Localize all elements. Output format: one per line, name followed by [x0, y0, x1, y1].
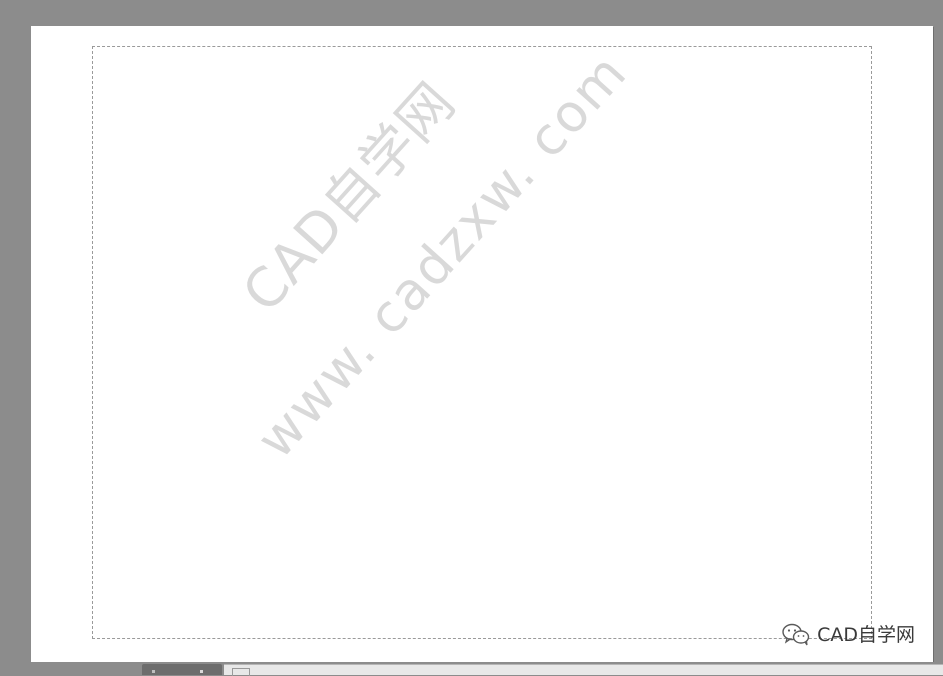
status-strip[interactable] — [224, 664, 943, 676]
layout-tab-active[interactable] — [142, 664, 222, 675]
tab-marker — [200, 670, 203, 673]
paper-sheet[interactable] — [31, 26, 933, 662]
wechat-icon — [782, 623, 810, 645]
printable-area-border — [92, 46, 872, 639]
layout-workspace[interactable]: CAD自学网 www. cadzxw. com CAD自学网 — [0, 0, 943, 676]
brand-badge: CAD自学网 — [781, 620, 915, 647]
brand-text: CAD自学网 — [817, 624, 915, 646]
tab-marker — [152, 670, 155, 673]
